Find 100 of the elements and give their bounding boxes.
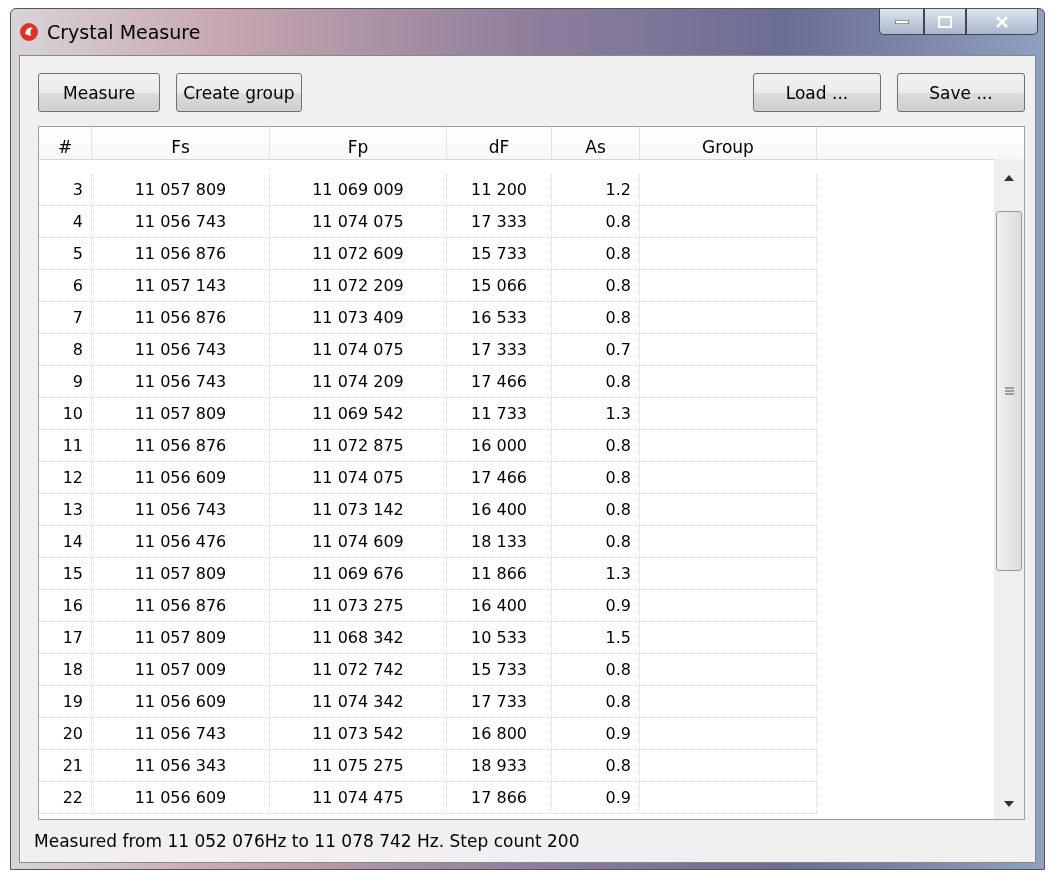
column-header[interactable]: As <box>552 127 640 159</box>
row-number: 21 <box>39 750 92 782</box>
df-cell: 16 400 <box>447 494 552 526</box>
column-header[interactable]: Fp <box>270 127 447 159</box>
fp-cell: 11 072 875 <box>270 430 447 462</box>
row-number: 4 <box>39 206 92 238</box>
scroll-down-icon[interactable] <box>1004 801 1014 807</box>
row-number: 18 <box>39 654 92 686</box>
close-icon <box>995 15 1009 28</box>
column-header[interactable]: # <box>39 127 92 159</box>
row-number: 8 <box>39 334 92 366</box>
fp-cell: 11 073 275 <box>270 590 447 622</box>
row-number: 3 <box>39 174 92 206</box>
df-cell: 15 733 <box>447 238 552 270</box>
as-cell: 0.8 <box>552 238 640 270</box>
as-cell: 1.3 <box>552 398 640 430</box>
df-cell: 11 200 <box>447 174 552 206</box>
row-number: 10 <box>39 398 92 430</box>
df-cell: 10 533 <box>447 622 552 654</box>
row-number: 9 <box>39 366 92 398</box>
fp-cell: 11 073 542 <box>270 718 447 750</box>
as-cell: 0.9 <box>552 782 640 814</box>
fp-cell: 11 073 409 <box>270 302 447 334</box>
fp-cell: 11 069 009 <box>270 174 447 206</box>
row-number: 22 <box>39 782 92 814</box>
close-button[interactable] <box>966 9 1038 35</box>
row-number: 11 <box>39 430 92 462</box>
fp-cell: 11 074 075 <box>270 334 447 366</box>
row-number: 6 <box>39 270 92 302</box>
fs-cell: 11 056 343 <box>92 750 270 782</box>
fp-cell: 11 074 609 <box>270 526 447 558</box>
minimize-button[interactable] <box>879 9 924 35</box>
df-cell: 18 133 <box>447 526 552 558</box>
row-number: 7 <box>39 302 92 334</box>
as-cell: 0.8 <box>552 494 640 526</box>
as-cell: 0.8 <box>552 750 640 782</box>
fp-cell: 11 072 209 <box>270 270 447 302</box>
vertical-scrollbar[interactable] <box>994 159 1024 819</box>
row-number: 15 <box>39 558 92 590</box>
app-icon <box>19 22 39 42</box>
row-number: 13 <box>39 494 92 526</box>
fp-cell: 11 074 209 <box>270 366 447 398</box>
fp-cell: 11 074 075 <box>270 206 447 238</box>
column-header[interactable]: Group <box>640 127 817 159</box>
df-cell: 15 733 <box>447 654 552 686</box>
as-cell: 0.8 <box>552 462 640 494</box>
df-cell: 17 466 <box>447 462 552 494</box>
fs-cell: 11 056 743 <box>92 366 270 398</box>
fs-cell: 11 056 743 <box>92 206 270 238</box>
as-cell: 0.8 <box>552 366 640 398</box>
fp-cell: 11 072 742 <box>270 654 447 686</box>
fs-cell: 11 056 609 <box>92 686 270 718</box>
fs-cell: 11 057 143 <box>92 270 270 302</box>
scroll-thumb[interactable] <box>996 211 1022 571</box>
fp-cell: 11 069 676 <box>270 558 447 590</box>
fs-cell: 11 056 876 <box>92 302 270 334</box>
fs-cell: 11 057 809 <box>92 398 270 430</box>
fs-cell: 11 057 809 <box>92 174 270 206</box>
df-cell: 17 466 <box>447 366 552 398</box>
fs-cell: 11 056 743 <box>92 494 270 526</box>
window-title: Crystal Measure <box>47 21 201 43</box>
fp-cell: 11 074 342 <box>270 686 447 718</box>
column-header[interactable]: Fs <box>92 127 270 159</box>
as-cell: 1.3 <box>552 558 640 590</box>
row-number: 17 <box>39 622 92 654</box>
row-number: 20 <box>39 718 92 750</box>
as-cell: 0.8 <box>552 526 640 558</box>
status-bar-text: Measured from 11 052 076Hz to 11 078 742 Hz. Step count 200 <box>33 830 581 851</box>
fp-cell: 11 068 342 <box>270 622 447 654</box>
row-number: 5 <box>39 238 92 270</box>
fs-cell: 11 057 809 <box>92 558 270 590</box>
as-cell: 0.8 <box>552 270 640 302</box>
fp-cell: 11 073 142 <box>270 494 447 526</box>
toolbar-button[interactable]: Measure <box>38 73 161 112</box>
fs-cell: 11 056 876 <box>92 430 270 462</box>
as-cell: 0.9 <box>552 590 640 622</box>
toolbar-button[interactable]: Load ... <box>753 73 881 112</box>
df-cell: 16 000 <box>447 430 552 462</box>
fs-cell: 11 056 743 <box>92 718 270 750</box>
df-cell: 15 066 <box>447 270 552 302</box>
toolbar-button[interactable]: Create group <box>176 73 302 112</box>
minimize-icon <box>894 19 909 24</box>
fs-cell: 11 056 609 <box>92 782 270 814</box>
df-cell: 17 333 <box>447 334 552 366</box>
fp-cell: 11 072 609 <box>270 238 447 270</box>
df-cell: 17 733 <box>447 686 552 718</box>
as-cell: 0.8 <box>552 686 640 718</box>
fs-cell: 11 057 009 <box>92 654 270 686</box>
row-number: 19 <box>39 686 92 718</box>
fp-cell: 11 069 542 <box>270 398 447 430</box>
scroll-up-icon[interactable] <box>1004 175 1014 181</box>
toolbar-button[interactable]: Save ... <box>897 73 1025 112</box>
as-cell: 0.7 <box>552 334 640 366</box>
maximize-button[interactable] <box>924 9 966 35</box>
fs-cell: 11 056 743 <box>92 334 270 366</box>
maximize-icon <box>938 15 952 28</box>
as-cell: 1.5 <box>552 622 640 654</box>
row-number: 12 <box>39 462 92 494</box>
df-cell: 17 866 <box>447 782 552 814</box>
column-header[interactable]: dF <box>447 127 552 159</box>
